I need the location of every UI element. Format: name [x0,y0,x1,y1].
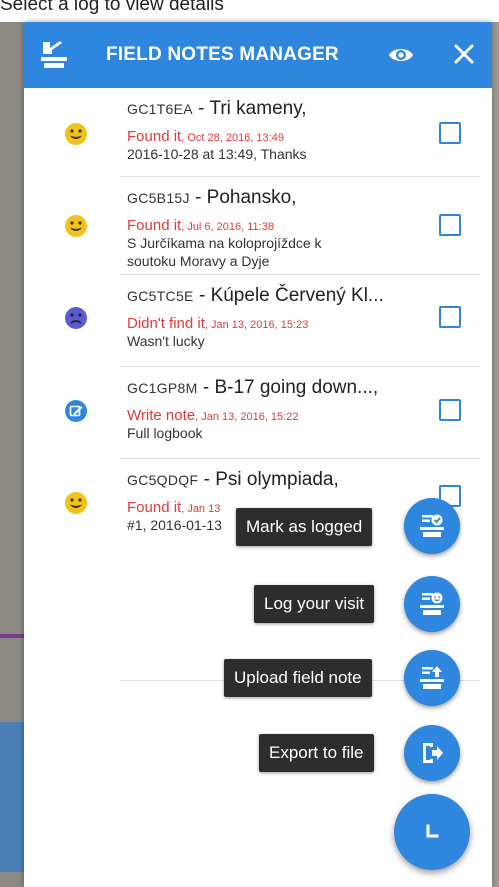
mark-logged-icon [420,514,444,537]
log-comment: Full logbook [127,425,203,441]
background-top: Select a log to view details [0,0,499,22]
field-note-row[interactable]: GC5B15J - Pohansko, Found it, Jul 6, 201… [24,177,492,275]
log-visit-icon [420,592,444,615]
cache-code: GC5TC5E [127,288,194,304]
dialog-title: FIELD NOTES MANAGER [106,44,339,65]
cache-name: - Psi olympiada, [198,469,339,490]
field-note-texts: GC5B15J - Pohansko, Found it, Jul 6, 201… [127,187,427,270]
log-your-visit-button[interactable] [404,576,460,632]
cache-code: GC1T6EA [127,101,193,117]
log-type: Found it [127,217,182,234]
select-checkbox[interactable] [439,122,461,144]
field-note-row[interactable]: GC5TC5E - Kúpele Červený Kl... Didn't fi… [24,275,492,367]
found-smiley-icon [65,492,87,514]
export-icon [423,743,443,763]
field-notes-list: GC1T6EA - Tri kameny, Found it, Oct 28, … [24,88,492,551]
log-date: , Jul 6, 2016, 11:38 [181,221,274,233]
field-notes-app-icon [41,41,67,68]
log-type: Didn't find it [127,315,205,332]
speed-dial-main-button[interactable] [394,794,470,870]
log-your-visit-label[interactable]: Log your visit [254,585,375,623]
background-caption: Select a log to view details [0,0,224,15]
export-to-file-label[interactable]: Export to file [259,734,374,772]
dnf-frown-icon [65,307,87,329]
collapse-menu-icon [426,824,439,838]
upload-note-icon [420,666,444,689]
export-to-file-button[interactable] [404,725,460,781]
cache-code: GC1GP8M [127,380,198,396]
field-note-row[interactable]: GC1GP8M - B-17 going down..., Write note… [24,367,492,459]
cache-name: - Tri kameny, [192,98,307,119]
found-smiley-icon [65,123,87,145]
log-type: Write note [127,407,196,424]
write-note-icon [65,400,87,422]
log-type: Found it [127,499,182,516]
log-date: , Jan 13, 2016, 15:22 [195,411,299,423]
eye-icon[interactable] [388,44,414,66]
app-bar: FIELD NOTES MANAGER [24,22,492,88]
mark-as-logged-label[interactable]: Mark as logged [236,508,373,546]
field-note-texts: GC1GP8M - B-17 going down..., Write note… [127,377,427,442]
mark-as-logged-button[interactable] [404,498,460,554]
cache-name: - Pohansko, [189,187,297,208]
field-note-texts: GC1T6EA - Tri kameny, Found it, Oct 28, … [127,98,427,163]
found-smiley-icon [65,215,87,237]
cache-name: - Kúpele Červený Kl... [193,285,384,306]
log-comment: 2016-10-28 at 13:49, Thanks [127,146,307,162]
upload-field-note-label[interactable]: Upload field note [224,659,372,697]
cache-code: GC5B15J [127,190,190,206]
cache-name: - B-17 going down..., [197,377,379,398]
select-checkbox[interactable] [439,399,461,421]
field-note-texts: GC5TC5E - Kúpele Červený Kl... Didn't fi… [127,285,427,350]
map-route-line [0,634,24,638]
upload-field-note-button[interactable] [404,650,460,706]
map-water [0,722,24,872]
log-date: , Oct 28, 2016, 13:49 [181,132,284,144]
select-checkbox[interactable] [439,306,461,328]
log-date: , Jan 13 [181,503,221,515]
log-date: , Jan 13, 2016, 15:23 [204,319,309,331]
log-comment: Wasn't lucky [127,333,205,349]
cache-code: GC5QDQF [127,472,199,488]
log-comment: S Jurčíkama na koloprojíždce k soutoku M… [127,235,322,269]
field-note-row[interactable]: GC1T6EA - Tri kameny, Found it, Oct 28, … [24,88,492,177]
log-type: Found it [127,128,182,145]
close-icon[interactable] [452,42,476,66]
select-checkbox[interactable] [439,214,461,236]
